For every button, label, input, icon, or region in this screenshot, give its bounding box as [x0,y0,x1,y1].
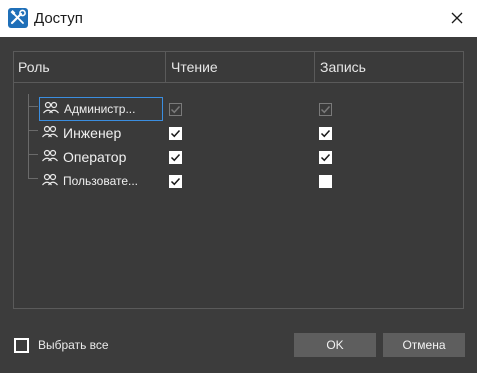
close-icon [451,12,463,24]
users-icon [42,125,58,138]
users-icon [43,101,59,114]
select-all-label[interactable]: Выбрать все [38,338,109,352]
window-title: Доступ [34,10,83,27]
column-header-read[interactable]: Чтение [167,52,315,82]
access-dialog: Роль Чтение Запись Администр... Инженер … [0,37,477,373]
write-checkbox[interactable] [319,175,332,188]
read-checkbox[interactable] [169,151,182,164]
column-header-role[interactable]: Роль [14,52,165,82]
role-cell[interactable]: Администр... [39,97,163,121]
role-cell[interactable]: Инженер [39,121,163,145]
write-checkbox[interactable] [319,127,332,140]
role-label: Пользовате... [63,174,139,188]
table-row-user[interactable]: Пользовате... [14,169,463,193]
table-row-engineer[interactable]: Инженер [14,121,463,145]
write-checkbox[interactable] [319,151,332,164]
roles-table: Роль Чтение Запись Администр... Инженер … [13,51,464,309]
close-button[interactable] [440,2,474,34]
users-icon [42,149,58,162]
read-checkbox[interactable] [169,175,182,188]
title-bar: Доступ [0,0,477,37]
role-label: Администр... [64,102,136,116]
cancel-button[interactable]: Отмена [383,333,465,357]
table-header: Роль Чтение Запись [14,52,463,83]
role-label: Инженер [63,125,122,141]
role-cell[interactable]: Оператор [39,145,163,169]
table-row-admin[interactable]: Администр... [14,97,463,121]
read-checkbox[interactable] [169,127,182,140]
table-row-operator[interactable]: Оператор [14,145,463,169]
ok-button[interactable]: OK [294,333,376,357]
select-all-checkbox[interactable] [14,338,29,353]
read-checkbox[interactable] [169,103,182,116]
write-checkbox[interactable] [319,103,332,116]
users-icon [42,173,58,186]
tools-icon [8,8,28,28]
column-header-write[interactable]: Запись [316,52,464,82]
role-label: Оператор [63,149,127,165]
role-cell[interactable]: Пользовате... [39,169,163,193]
